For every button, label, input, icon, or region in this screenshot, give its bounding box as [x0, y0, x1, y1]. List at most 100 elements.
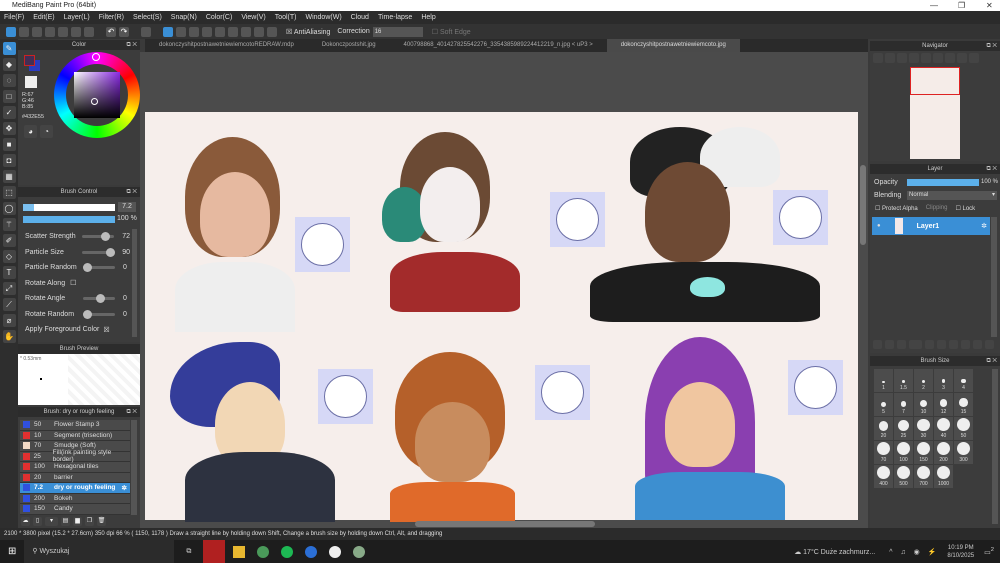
brush-list-item[interactable]: 10 Segment (trisection) — [20, 430, 130, 441]
param-slider[interactable] — [83, 309, 115, 319]
soft-edge-checkbox[interactable]: ☐ Soft Edge — [432, 28, 471, 36]
menu-item[interactable]: Cloud — [351, 11, 369, 24]
merge-down-icon[interactable] — [937, 340, 946, 349]
reset-rotate-icon[interactable] — [945, 53, 955, 63]
brush-size-option[interactable]: 30 — [914, 417, 933, 440]
settings-icon[interactable] — [141, 26, 151, 37]
fit-icon[interactable] — [897, 53, 907, 63]
undo-icon[interactable]: ↶ — [106, 26, 116, 37]
rotate-right-icon[interactable] — [933, 53, 943, 63]
tab-document[interactable]: 400798868_401427825542276_33543859892244… — [390, 39, 607, 52]
saturation-value-square[interactable] — [74, 72, 120, 118]
brush-list-item[interactable]: 100 Hexagonal tiles — [20, 462, 130, 473]
vanish-snap-icon[interactable] — [202, 26, 212, 37]
brush-size-option[interactable]: 1000 — [934, 465, 953, 488]
menu-item[interactable]: Time-lapse — [378, 11, 412, 24]
move-up-icon[interactable] — [949, 340, 958, 349]
brush-size-option[interactable]: 7 — [894, 393, 913, 416]
brush-size-value[interactable]: 7.2 — [118, 202, 136, 212]
brush-settings-icon[interactable]: ✲ — [122, 484, 127, 492]
menu-item[interactable]: Edit(E) — [33, 11, 54, 24]
duplicate-icon[interactable]: ❐ — [85, 517, 94, 526]
palette-icon[interactable]: ◕ — [24, 125, 37, 138]
blending-select[interactable]: Normal ▾ — [907, 191, 997, 200]
grid-icon[interactable] — [84, 26, 94, 37]
menu-item[interactable]: Layer(L) — [64, 11, 90, 24]
panel-close-icon[interactable]: ⧉ ✕ — [986, 164, 997, 174]
circle-snap-icon[interactable] — [228, 26, 238, 37]
menu-item[interactable]: File(F) — [4, 11, 24, 24]
gradient-tool-icon[interactable]: ▦ — [2, 170, 16, 183]
brush-size-option[interactable]: 20 — [874, 417, 893, 440]
copy-layer-icon[interactable] — [897, 340, 906, 349]
brush-size-option[interactable]: 100 — [894, 441, 913, 464]
menu-item[interactable]: Select(S) — [133, 11, 162, 24]
brush-settings-icon[interactable]: ▤ — [61, 517, 70, 526]
redo-icon[interactable]: ↷ — [119, 26, 129, 37]
medibang-icon[interactable] — [353, 545, 366, 558]
visibility-icon[interactable]: ● — [877, 223, 881, 229]
menu-item[interactable]: Help — [421, 11, 435, 24]
shape-tool-icon[interactable]: □ — [2, 90, 16, 103]
brush-list-item[interactable]: 200 Bokeh — [20, 493, 130, 504]
param-slider[interactable] — [83, 294, 115, 304]
radial-snap-icon[interactable] — [215, 26, 225, 37]
menu-item[interactable]: Snap(N) — [171, 11, 197, 24]
notification-icon[interactable]: ▭2 — [984, 547, 994, 556]
app-w-icon[interactable] — [257, 545, 270, 558]
layer-settings-icon[interactable]: ✲ — [981, 222, 987, 230]
brush-size-option[interactable]: 1.5 — [894, 369, 913, 392]
brush-list-item[interactable]: 20 barrier — [20, 472, 130, 483]
operation-tool-icon[interactable]: ⤢ — [2, 282, 16, 295]
brush-size-option[interactable]: 50 — [954, 417, 973, 440]
divide-tool-icon[interactable]: ⟋ — [2, 298, 16, 311]
flip-vertical-icon[interactable] — [969, 53, 979, 63]
brush-list-item[interactable]: 25 Fill(ink painting style border) — [20, 449, 130, 463]
ellipse-snap-icon[interactable] — [254, 26, 264, 37]
rotate-along-checkbox[interactable]: ☐ — [70, 279, 76, 287]
folder-icon[interactable]: ▆ — [73, 517, 82, 526]
clipping-checkbox[interactable]: Clipping — [926, 205, 948, 212]
comment-icon[interactable] — [32, 26, 42, 37]
brush-list-item[interactable]: 150 Candy — [20, 504, 130, 515]
brush-size-option[interactable]: 500 — [894, 465, 913, 488]
concentric-snap-icon[interactable] — [267, 26, 277, 37]
brush-size-option[interactable]: 15 — [954, 393, 973, 416]
flip-icon[interactable] — [957, 53, 967, 63]
menu-item[interactable]: Filter(R) — [99, 11, 124, 24]
horizontal-scrollbar[interactable] — [415, 521, 595, 527]
brush-size-option[interactable]: 40 — [934, 417, 953, 440]
brush-size-option[interactable]: 150 — [914, 441, 933, 464]
curve-snap-icon[interactable] — [241, 26, 251, 37]
taskbar-search[interactable]: ⚲ Wyszukaj — [24, 540, 175, 563]
taskbar-app-icon[interactable] — [203, 540, 226, 563]
lock-checkbox[interactable]: ☐ Lock — [955, 205, 975, 212]
scrollbar[interactable] — [132, 229, 137, 337]
brush-size-slider[interactable] — [23, 204, 115, 211]
antialiasing-checkbox[interactable]: ☒ AntiAliasing — [286, 28, 330, 36]
panel-close-icon[interactable]: ⧉ ✕ — [986, 41, 997, 51]
weather-widget[interactable]: ☁ 17°C Duże zachmurz... — [794, 548, 875, 556]
move-down-icon[interactable] — [961, 340, 970, 349]
correction-select[interactable]: 16 — [372, 26, 423, 37]
drawing-canvas[interactable] — [145, 112, 858, 522]
panel-icon[interactable] — [45, 26, 55, 37]
cloud-brush-icon[interactable]: ☁ — [21, 517, 30, 526]
brush-size-option[interactable]: 1 — [874, 369, 893, 392]
cloud-icon[interactable] — [6, 26, 16, 37]
move-tool-icon[interactable]: ✥ — [2, 122, 16, 135]
messenger-icon[interactable] — [305, 545, 318, 558]
brush-size-option[interactable]: 12 — [934, 393, 953, 416]
panel-close-icon[interactable]: ⧉ ✕ — [126, 40, 137, 50]
brush-size-option[interactable]: 4 — [954, 369, 973, 392]
zoom-in-icon[interactable] — [873, 53, 883, 63]
layout-icon[interactable] — [71, 26, 81, 37]
protect-alpha-checkbox[interactable]: ☐ Protect Alpha — [875, 205, 918, 212]
brush-size-option[interactable]: 70 — [874, 441, 893, 464]
new-layer-icon[interactable] — [873, 340, 882, 349]
rotate-left-icon[interactable] — [921, 53, 931, 63]
add-brush-icon[interactable]: ▾ — [45, 517, 58, 526]
color-history-icon[interactable]: ◔ — [40, 125, 53, 138]
vertical-scrollbar[interactable] — [860, 165, 866, 245]
clock[interactable]: 10:19 PM 8/10/2025 — [947, 544, 974, 560]
